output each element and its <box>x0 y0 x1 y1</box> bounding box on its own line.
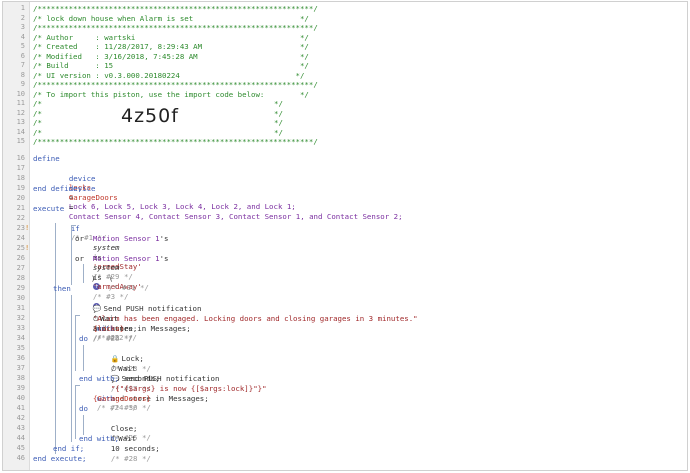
line-number: 28 <box>16 274 25 282</box>
line-number: 30 <box>16 294 25 302</box>
header-blank-close: */ <box>274 99 283 108</box>
line-number: 6 <box>20 51 25 60</box>
header-import-hint: /* To import this piston, use the import… <box>33 89 309 99</box>
header-modified: /* Modified : 3/16/2018, 7:45:28 AM */ <box>33 51 309 61</box>
condition-bracket <box>71 225 72 285</box>
header-blank-close: */ <box>274 127 283 137</box>
header-created: /* Created : 11/28/2017, 8:29:43 AM */ <box>33 42 309 51</box>
header-border: /***************************************… <box>33 4 318 13</box>
line-number: 45 <box>16 444 25 452</box>
line-number: 36 <box>16 354 25 362</box>
line-number: 23 <box>16 224 25 232</box>
line-number: 42 <box>16 414 25 422</box>
then-bracket <box>71 295 72 442</box>
warning-marker[interactable]: ! <box>25 224 29 234</box>
line-number: 39 <box>16 384 25 392</box>
if-bracket <box>55 223 56 454</box>
line-number: 11 <box>16 99 25 107</box>
line-number: 21 <box>16 204 25 212</box>
header-border: /***************************************… <box>33 137 318 146</box>
line-number: 22 <box>16 214 25 222</box>
line-number: 2 <box>20 13 25 22</box>
line-number: 35 <box>16 344 25 352</box>
with-bracket <box>75 315 76 371</box>
with-locks-target[interactable]: {locks} <box>93 324 124 334</box>
line-number: 17 <box>16 164 25 172</box>
header-blank-open: /* <box>33 99 42 108</box>
line-number: 25 <box>16 244 25 252</box>
line-number: 3 <box>20 23 25 31</box>
line-number: 12 <box>16 108 25 117</box>
with-bracket <box>75 385 76 439</box>
line-number: 40 <box>16 394 25 402</box>
line-number: 8 <box>20 70 25 79</box>
line-number: 20 <box>16 194 25 202</box>
piston-code-viewer: 1 2 3 4 5 6 7 8 9 10 11 12 13 14 15 16 1… <box>2 1 688 471</box>
line-number: 4 <box>20 32 25 41</box>
garage-doors-value[interactable]: Contact Sensor 4, Contact Sensor 3, Cont… <box>69 212 403 221</box>
end-define: end define; <box>33 184 82 193</box>
header-blank-open: /* <box>33 127 42 137</box>
end-if: end if; <box>53 444 85 453</box>
wait-statement[interactable]: ⏱ Wait 10 seconds; /* #28 */ <box>93 424 160 470</box>
line-number: 18 <box>16 174 25 182</box>
execute-keyword: execute <box>33 204 65 213</box>
line-number: 9 <box>20 80 25 88</box>
line-number: 1 <box>20 4 25 12</box>
garage-doors-variable[interactable]: GarageDoors <box>69 193 118 202</box>
line-number: 19 <box>16 184 25 192</box>
line-number: 5 <box>20 42 25 50</box>
group-bracket <box>83 264 84 283</box>
warning-marker[interactable]: ! <box>25 244 29 254</box>
line-number: 41 <box>16 404 25 412</box>
line-number: 27 <box>16 264 25 272</box>
do-keyword: do <box>79 334 88 343</box>
header-author: /* Author : wartski */ <box>33 32 309 42</box>
header-blank-close: */ <box>274 118 283 127</box>
or-operator: or <box>75 254 84 263</box>
line-number: 43 <box>16 424 25 432</box>
header-blank-open: /* <box>33 118 42 127</box>
line-number: 34 <box>16 334 25 342</box>
line-number: 10 <box>16 89 25 98</box>
line-number: 24 <box>16 234 25 242</box>
header-border: /***************************************… <box>33 80 318 89</box>
then-keyword: then <box>53 284 71 293</box>
line-number-gutter: 1 2 3 4 5 6 7 8 9 10 11 12 13 14 15 16 1… <box>3 2 30 470</box>
line-number: 26 <box>16 254 25 262</box>
import-code[interactable]: 4z50f <box>121 106 179 126</box>
line-number: 29 <box>16 284 25 292</box>
line-number: 32 <box>16 314 25 322</box>
line-number: 16 <box>16 154 25 162</box>
header-blank-open: /* <box>33 108 42 118</box>
do-keyword: do <box>79 404 88 413</box>
end-with: end with; <box>79 374 120 383</box>
header-build: /* Build : 15 */ <box>33 61 309 70</box>
header-blank-close: */ <box>274 108 283 118</box>
group-close: ) <box>91 274 96 283</box>
line-number: 15 <box>16 137 25 145</box>
end-with: end with; <box>79 434 120 443</box>
line-number: 13 <box>16 118 25 126</box>
header-title: /* lock down house when Alarm is set */ <box>33 13 309 23</box>
header-border: /***************************************… <box>33 23 318 32</box>
or-operator: or <box>75 234 84 243</box>
line-number: 46 <box>16 454 25 462</box>
line-number: 14 <box>16 127 25 136</box>
line-number: 44 <box>16 434 25 442</box>
with-garage-target[interactable]: {GarageDoors} <box>93 394 151 404</box>
line-number: 37 <box>16 364 25 372</box>
define-keyword: define <box>33 154 60 163</box>
line-number: 31 <box>16 304 25 312</box>
line-number: 33 <box>16 324 25 332</box>
line-number: 7 <box>20 61 25 69</box>
line-number: 38 <box>16 374 25 382</box>
end-execute: end execute; <box>33 454 87 463</box>
header-ui-version: /* UI version : v0.3.000.20180224 */ <box>33 70 305 80</box>
